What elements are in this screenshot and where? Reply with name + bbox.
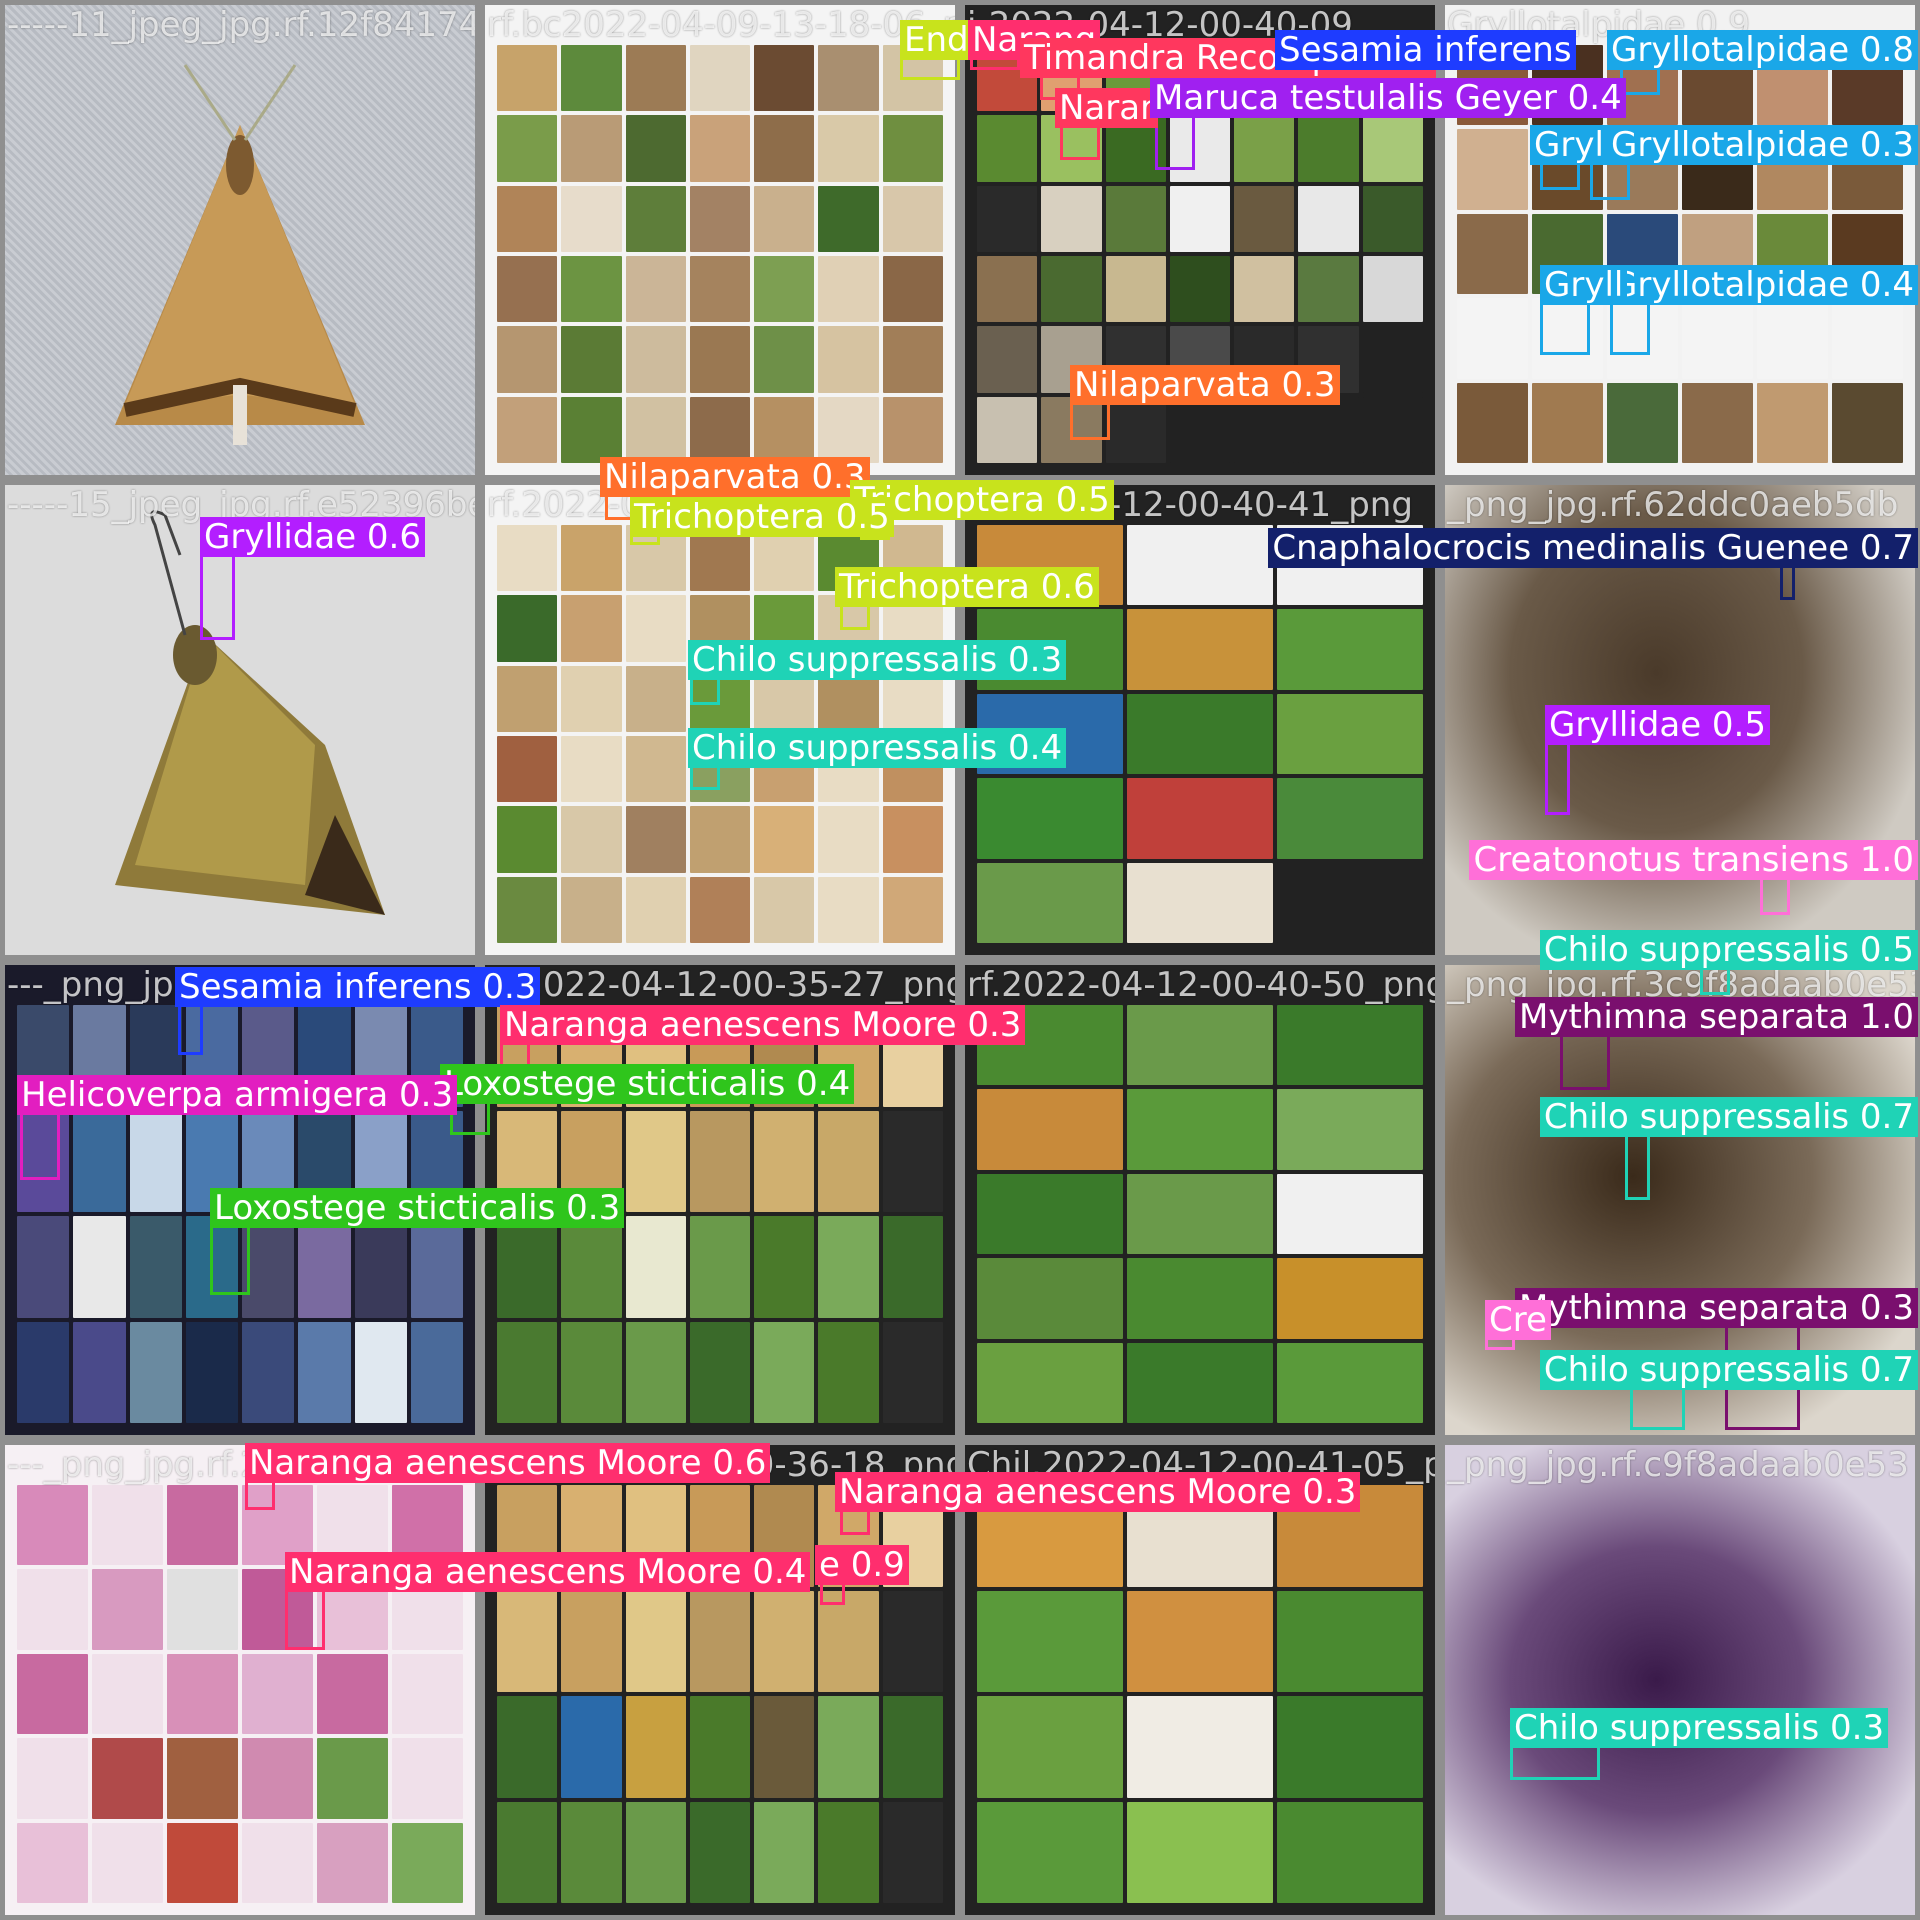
detection-label: Naranga aenescens Moore 0.3 [835, 1472, 1361, 1512]
detection-label: Chilo suppressalis 0.7 [1539, 1097, 1918, 1137]
tile-filename: rf.2022-04-12-00-40-50_png [967, 965, 1440, 1005]
detection-label: Trichoptera 0.5 [630, 497, 894, 537]
detection-label: Gryllidae 0.5 [1545, 705, 1770, 745]
detection-box [1155, 110, 1195, 170]
tile-filename: _png_jpg.rf.62ddc0aeb5db [1447, 485, 1899, 525]
detection-label: Gryllotalpidae 0.8 [1607, 30, 1918, 70]
detection-label: Gryllidae 0.6 [200, 517, 425, 557]
detection-label: Mythimna separata 1.0 [1514, 997, 1918, 1037]
tile-filename: rf.bc2022-04-09-13-18-06_png [487, 5, 960, 45]
tile-r3c2: Chil.2022-04-12-00-41-05_png [960, 1440, 1440, 1920]
detection-label: Chilo suppressalis 0.5 [1539, 930, 1918, 970]
detection-label: Naranga aenescens Moore 0.6 [245, 1443, 771, 1483]
detection-label: Gryll [1540, 265, 1628, 305]
detection-label: Naranga aenescens Moore 0.3 [500, 1005, 1026, 1045]
detection-label: Gryl [1530, 125, 1608, 165]
detection-label: Gryllotalpidae 0.3 [1607, 125, 1918, 165]
detection-label: Chilo suppressalis 0.3 [688, 640, 1067, 680]
tile-r0c3: Gryllotalpidae 0.9 [1440, 0, 1920, 480]
tile-r0c1: rf.bc2022-04-09-13-18-06_png [480, 0, 960, 480]
detection-box [1545, 735, 1570, 815]
moth-image [115, 64, 365, 445]
tile-filename: rf.2022-04-12-00-35-27_png [487, 965, 960, 1005]
detection-label: Sesamia inferens [1275, 30, 1576, 70]
detection-label: Helicoverpa armigera 0.3 [17, 1075, 458, 1115]
detection-label: Naranga aenescens Moore 0.4 [285, 1552, 811, 1592]
detection-label: Chilo suppressalis 0.4 [688, 728, 1067, 768]
tile-r2c2: rf.2022-04-12-00-40-50_png [960, 960, 1440, 1440]
tile-filename: _png_jpg.rf.c9f8adaab0e53 [1447, 1445, 1909, 1485]
detection-label: Sesamia inferens 0.3 [175, 967, 541, 1007]
tile-r3c1: rf.2022-04-12-00-36-18_png [480, 1440, 960, 1920]
tile-r3c3: _png_jpg.rf.c9f8adaab0e53 [1440, 1440, 1920, 1920]
detection-label: Nilaparvata 0.3 [1070, 365, 1340, 405]
tile-filename: -----11_jpeg_jpg.rf.12f8417484002f1907d [7, 5, 480, 45]
detection-label: Trichoptera 0.6 [835, 567, 1099, 607]
detection-box [210, 1225, 250, 1295]
tile-r0c0: -----11_jpeg_jpg.rf.12f8417484002f1907d [0, 0, 480, 480]
detection-label: Maruca testulalis Geyer 0.4 [1150, 78, 1626, 118]
detection-label: Cre [1485, 1300, 1551, 1340]
detection-label: Creatonotus transiens 1.0 [1469, 840, 1918, 880]
tile-r1c1: rf.2022-04-12-00-40-41 [480, 480, 960, 960]
detection-label: Mythimna separata 0.3 [1514, 1288, 1918, 1328]
tile-r3c0: ---_png_jpg.rf.2022-04-12-00-36-18 [0, 1440, 480, 1920]
detection-label: Loxostege sticticalis 0.4 [440, 1064, 855, 1104]
detection-label: Narar [1055, 88, 1159, 128]
detection-label: Gryllotalpidae 0.4 [1607, 265, 1918, 305]
detection-label: Chilo suppressalis 0.3 [1510, 1708, 1889, 1748]
detection-label: e 0.9 [815, 1545, 909, 1585]
detection-mosaic: -----11_jpeg_jpg.rf.12f8417484002f1907d … [0, 0, 1920, 1920]
detection-label: Loxostege sticticalis 0.3 [210, 1188, 625, 1228]
detection-label: Chilo suppressalis 0.7 [1539, 1350, 1918, 1390]
detection-label: Cnaphalocrocis medinalis Guenee 0.7 [1268, 528, 1918, 568]
detection-label: Nilaparvata 0.3 [600, 457, 870, 497]
